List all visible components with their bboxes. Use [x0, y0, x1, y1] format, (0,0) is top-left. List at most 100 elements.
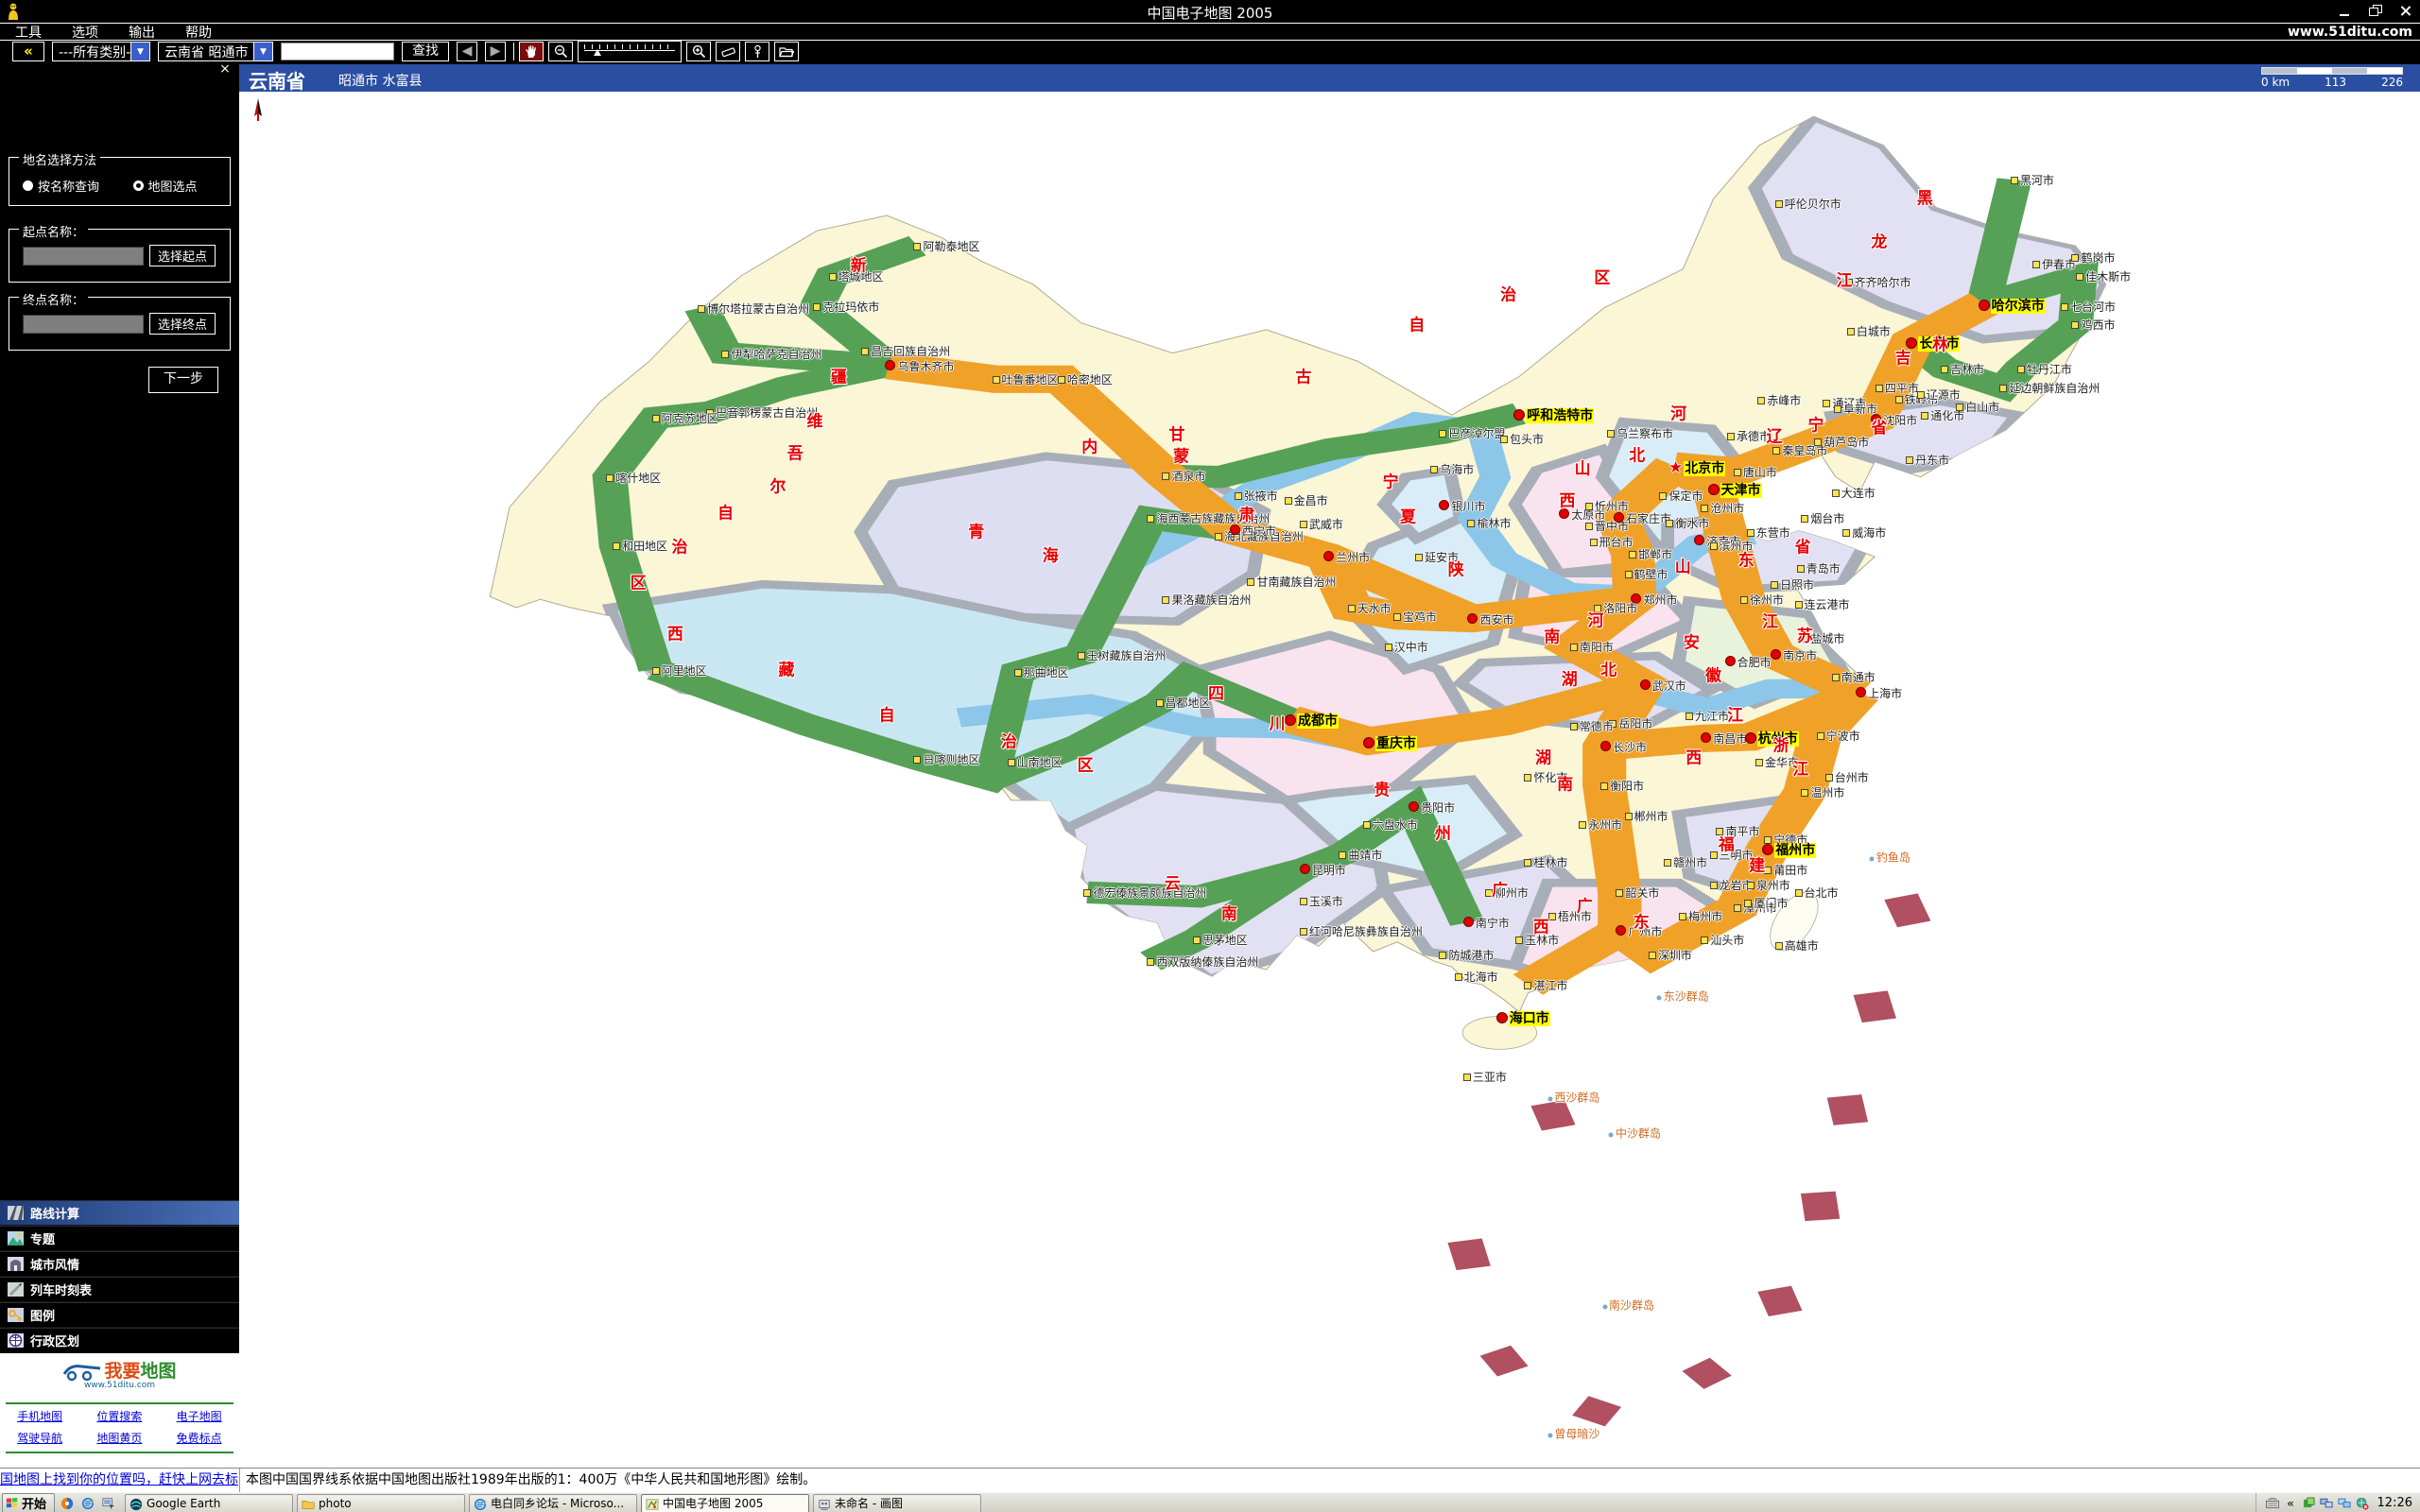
- city-label[interactable]: 赤峰市: [1757, 392, 1801, 408]
- major-city-label[interactable]: ★北京市: [1668, 457, 1725, 477]
- city-label[interactable]: 邯郸市: [1629, 546, 1672, 562]
- city-label[interactable]: 阿克苏地区: [652, 410, 718, 426]
- city-label[interactable]: 七台河市: [2061, 299, 2116, 315]
- city-label[interactable]: 昌都地区: [1156, 695, 1211, 711]
- city-label[interactable]: 白城市: [1847, 323, 1891, 339]
- city-label[interactable]: 巴彦淖尔盟: [1439, 425, 1505, 441]
- city-label[interactable]: 葫芦岛市: [1814, 434, 1869, 450]
- city-label[interactable]: 岳阳市: [1609, 715, 1652, 731]
- city-label[interactable]: 南通市: [1832, 669, 1876, 685]
- promo-link-地图黄页[interactable]: 地图黄页: [79, 1428, 159, 1450]
- show-desktop-icon[interactable]: [100, 1495, 117, 1512]
- city-label[interactable]: 保定市: [1659, 488, 1703, 504]
- city-label[interactable]: 常德市: [1570, 718, 1614, 734]
- city-label[interactable]: 南阳市: [1570, 639, 1614, 655]
- city-label[interactable]: 玉树藏族自治州: [1078, 647, 1167, 663]
- city-label[interactable]: 南京市: [1771, 647, 1817, 663]
- city-label[interactable]: 延边朝鲜族自治州: [1999, 380, 2100, 396]
- city-label[interactable]: 衡水市: [1666, 515, 1709, 531]
- city-label[interactable]: 南宁市: [1463, 915, 1510, 931]
- choose-end-button[interactable]: 选择终点: [149, 313, 216, 335]
- city-label[interactable]: 阿勒泰地区: [913, 238, 979, 254]
- city-label[interactable]: 汕头市: [1701, 932, 1744, 948]
- taskbar-task-photo[interactable]: photo: [297, 1494, 465, 1512]
- city-label[interactable]: 银川市: [1439, 498, 1485, 514]
- back-button[interactable]: ◀: [457, 42, 477, 61]
- city-label[interactable]: 金昌市: [1285, 492, 1328, 508]
- city-label[interactable]: 汉中市: [1385, 639, 1428, 655]
- promo-link-电子地图[interactable]: 电子地图: [159, 1406, 238, 1428]
- city-label[interactable]: 青岛市: [1797, 560, 1841, 576]
- slider-thumb[interactable]: [594, 49, 601, 56]
- city-label[interactable]: 巴音郭楞蒙古自治州: [706, 404, 818, 421]
- city-label[interactable]: 乌鲁木齐市: [885, 358, 954, 374]
- city-label[interactable]: 徐州市: [1740, 592, 1784, 608]
- city-label[interactable]: 山南地区: [1008, 754, 1063, 770]
- promo-link-手机地图[interactable]: 手机地图: [0, 1406, 79, 1428]
- city-label[interactable]: 红河哈尼族彝族自治州: [1300, 923, 1423, 939]
- radio-按名称查询[interactable]: 按名称查询: [9, 177, 120, 195]
- city-label[interactable]: 台北市: [1795, 885, 1839, 901]
- city-label[interactable]: 鸡西市: [2071, 317, 2115, 333]
- city-label[interactable]: 宝鸡市: [1393, 609, 1437, 625]
- city-label[interactable]: 六盘水市: [1363, 816, 1418, 833]
- city-label[interactable]: 天水市: [1348, 600, 1392, 616]
- city-label[interactable]: 昆明市: [1300, 862, 1346, 878]
- city-label[interactable]: 酒泉市: [1162, 468, 1205, 484]
- city-label[interactable]: 鹤岗市: [2071, 249, 2115, 266]
- menu-item-选项[interactable]: 选项: [57, 26, 113, 41]
- city-label[interactable]: 三亚市: [1463, 1069, 1507, 1085]
- menu-item-帮助[interactable]: 帮助: [170, 26, 227, 41]
- collapse-chevrons-icon[interactable]: «: [2284, 1496, 2298, 1510]
- city-label[interactable]: 西双版纳傣族自治州: [1147, 954, 1258, 970]
- city-label[interactable]: 厦门市: [1744, 895, 1788, 911]
- city-label[interactable]: 梅州市: [1679, 908, 1722, 924]
- city-label[interactable]: 果洛藏族自治州: [1162, 592, 1251, 608]
- city-label[interactable]: 赣州市: [1664, 854, 1707, 870]
- city-label[interactable]: 吐鲁番地区: [993, 371, 1059, 387]
- taskbar-task-Google Earth[interactable]: Google Earth: [125, 1494, 293, 1512]
- city-label[interactable]: 莆田市: [1764, 862, 1807, 878]
- major-city-label[interactable]: 杭州市: [1745, 729, 1799, 748]
- city-label[interactable]: 阿里地区: [652, 662, 707, 679]
- taskbar-task-电白同乡论坛 - Microso...[interactable]: 电白同乡论坛 - Microso...: [469, 1494, 637, 1512]
- city-label[interactable]: 思茅地区: [1193, 932, 1248, 948]
- promo-link-免费标点[interactable]: 免费标点: [159, 1428, 238, 1450]
- city-label[interactable]: 玉溪市: [1300, 893, 1343, 909]
- city-label[interactable]: 长沙市: [1600, 739, 1647, 755]
- city-label[interactable]: 温州市: [1801, 784, 1844, 800]
- city-label[interactable]: 衡阳市: [1600, 778, 1644, 794]
- city-label[interactable]: 乌兰察布市: [1607, 425, 1673, 441]
- city-label[interactable]: 佳木斯市: [2076, 268, 2131, 284]
- start-point-input[interactable]: [23, 247, 144, 266]
- chevron-down-icon[interactable]: ▼: [253, 43, 272, 60]
- city-label[interactable]: 北海市: [1455, 969, 1498, 985]
- city-label[interactable]: 榆林市: [1467, 515, 1511, 531]
- city-label[interactable]: 齐齐哈尔市: [1845, 274, 1911, 290]
- forward-button[interactable]: ▶: [485, 42, 506, 61]
- city-label[interactable]: 东营市: [1747, 524, 1790, 541]
- major-city-label[interactable]: 哈尔滨市: [1979, 295, 2046, 315]
- city-label[interactable]: 深圳市: [1649, 947, 1692, 963]
- restore-button[interactable]: [2367, 4, 2384, 18]
- city-label[interactable]: 和田地区: [613, 538, 667, 554]
- city-label[interactable]: 呼伦贝尔市: [1775, 196, 1841, 212]
- major-city-label[interactable]: 福州市: [1762, 840, 1816, 860]
- city-label[interactable]: 防城港市: [1439, 947, 1494, 963]
- zoom-slider[interactable]: [578, 41, 682, 62]
- city-label[interactable]: 南昌市: [1701, 730, 1747, 747]
- promo-marquee-link[interactable]: 国地图上找到你的位置吗，赶快上网去标: [0, 1469, 239, 1493]
- city-label[interactable]: 黑河市: [2011, 172, 2054, 188]
- city-label[interactable]: 台州市: [1825, 769, 1869, 785]
- city-label[interactable]: 吉林市: [1941, 361, 1984, 377]
- sidebar-item-列车时刻表[interactable]: 列车时刻表: [0, 1277, 239, 1302]
- menu-item-工具[interactable]: 工具: [0, 26, 57, 41]
- city-label[interactable]: 泉州市: [1747, 877, 1790, 893]
- city-label[interactable]: 承德市: [1727, 428, 1771, 444]
- city-label[interactable]: 大连市: [1832, 485, 1876, 501]
- city-label[interactable]: 唐山市: [1734, 464, 1777, 480]
- major-city-label[interactable]: 天津市: [1708, 479, 1762, 499]
- city-label[interactable]: 曲靖市: [1339, 847, 1382, 863]
- minimize-button[interactable]: [2337, 4, 2354, 18]
- city-label[interactable]: 日喀则地区: [913, 751, 979, 767]
